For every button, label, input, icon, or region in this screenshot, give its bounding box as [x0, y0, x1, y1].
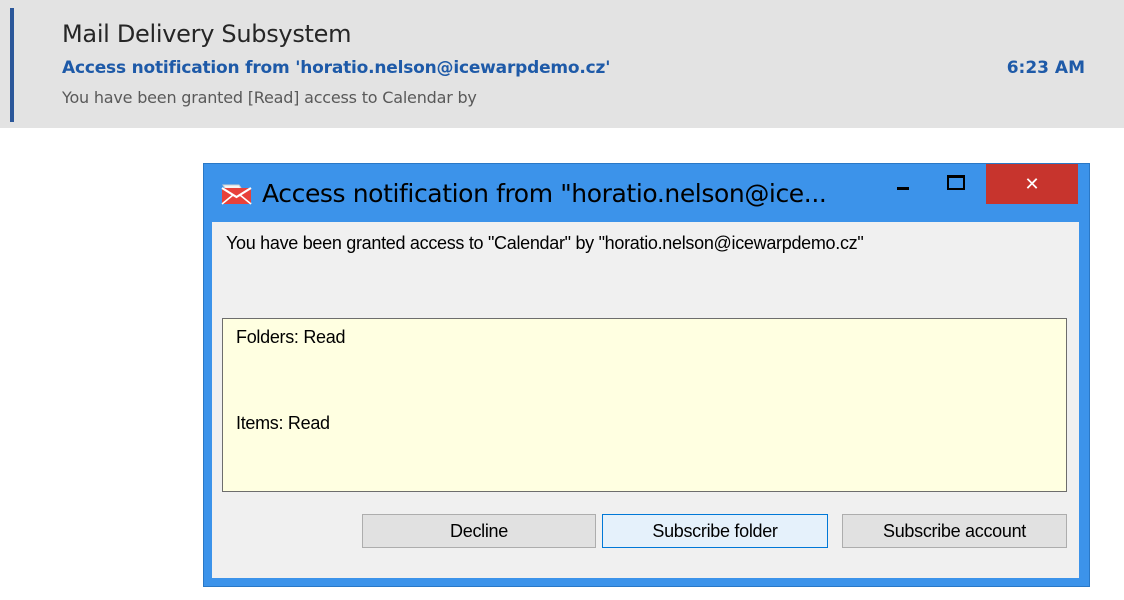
dialog-titlebar[interactable]: Access notification from "horatio.nelson…	[204, 164, 1089, 222]
mail-preview: You have been granted [Read] access to C…	[62, 88, 477, 107]
folders-permission: Folders: Read	[236, 327, 346, 347]
items-permission: Items: Read	[236, 413, 330, 433]
mail-time: 6:23 AM	[1006, 58, 1085, 78]
permissions-panel: Folders: Read Items: Read	[222, 318, 1067, 492]
maximize-icon	[947, 174, 965, 190]
mail-list-item[interactable]: Mail Delivery Subsystem Access notificat…	[0, 0, 1124, 128]
close-icon: ✕	[1024, 173, 1040, 195]
decline-button[interactable]: Decline	[362, 514, 596, 548]
minimize-icon	[897, 186, 909, 190]
window-title: Access notification from "horatio.nelson…	[262, 179, 827, 208]
mail-icon	[221, 182, 253, 206]
subscribe-folder-button[interactable]: Subscribe folder	[602, 514, 828, 548]
subscribe-account-button[interactable]: Subscribe account	[842, 514, 1067, 548]
mail-subject: Access notification from 'horatio.nelson…	[62, 58, 611, 78]
maximize-button[interactable]	[926, 164, 986, 206]
close-button[interactable]: ✕	[986, 164, 1078, 204]
access-notification-dialog: Access notification from "horatio.nelson…	[204, 164, 1089, 586]
selection-accent-bar	[10, 8, 14, 122]
minimize-button[interactable]	[880, 164, 926, 206]
mail-sender: Mail Delivery Subsystem	[62, 20, 352, 48]
dialog-content: You have been granted access to "Calenda…	[212, 222, 1079, 578]
notification-message: You have been granted access to "Calenda…	[226, 233, 864, 253]
